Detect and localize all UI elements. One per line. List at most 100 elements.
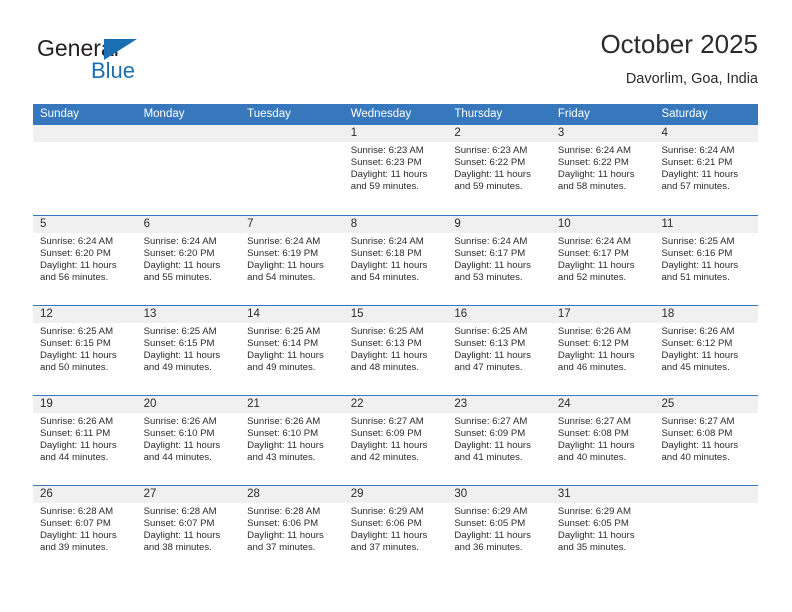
day-details: Sunrise: 6:26 AM Sunset: 6:10 PM Daylight:… bbox=[137, 413, 241, 464]
daylight-text-line2: and 56 minutes. bbox=[40, 272, 109, 284]
calendar-day-cell[interactable]: 5 Sunrise: 6:24 AM Sunset: 6:20 PM Daylight… bbox=[33, 216, 137, 305]
daylight-text-line1: Daylight: 11 hours bbox=[40, 530, 117, 542]
daylight-text-line2: and 58 minutes. bbox=[557, 181, 627, 193]
logo-text-blue: Blue bbox=[91, 58, 136, 83]
sunset-text: Sunset: 6:15 PM bbox=[40, 338, 111, 350]
day-number bbox=[33, 125, 137, 142]
general-blue-logo[interactable]: General Blue bbox=[33, 36, 213, 92]
calendar-day-cell[interactable]: 29 Sunrise: 6:29 AM Sunset: 6:06 PM Dayligh… bbox=[343, 486, 448, 575]
day-number: 11 bbox=[654, 216, 759, 233]
day-number: 31 bbox=[550, 486, 655, 503]
calendar-day-cell[interactable]: 7 Sunrise: 6:24 AM Sunset: 6:19 PM Daylight… bbox=[240, 216, 344, 305]
calendar-day-cell-empty bbox=[654, 486, 759, 575]
daylight-text-line1: Daylight: 11 hours bbox=[557, 260, 635, 272]
day-details: Sunrise: 6:25 AM Sunset: 6:13 PM Daylight:… bbox=[447, 323, 551, 374]
calendar-day-cell[interactable]: 15 Sunrise: 6:25 AM Sunset: 6:13 PM Dayligh… bbox=[343, 306, 448, 395]
calendar-day-cell[interactable]: 1 Sunrise: 6:23 AM Sunset: 6:23 PM Daylight… bbox=[343, 125, 448, 215]
page-title: October 2025 bbox=[600, 29, 758, 59]
sunrise-text: Sunrise: 6:27 AM bbox=[661, 416, 735, 427]
calendar-day-cell[interactable]: 27 Sunrise: 6:28 AM Sunset: 6:07 PM Dayligh… bbox=[136, 486, 241, 575]
calendar-day-cell[interactable]: 28 Sunrise: 6:28 AM Sunset: 6:06 PM Dayligh… bbox=[240, 486, 344, 575]
sunset-text: Sunset: 6:13 PM bbox=[454, 338, 526, 350]
calendar-day-cell[interactable]: 25 Sunrise: 6:27 AM Sunset: 6:08 PM Dayligh… bbox=[654, 396, 759, 485]
sunset-text: Sunset: 6:08 PM bbox=[661, 428, 733, 440]
sunrise-text: Sunrise: 6:23 AM bbox=[350, 145, 424, 156]
daylight-text-line2: and 40 minutes. bbox=[661, 452, 730, 464]
sunset-text: Sunset: 6:17 PM bbox=[454, 248, 526, 260]
daylight-text-line2: and 59 minutes. bbox=[350, 181, 420, 193]
sunrise-text: Sunrise: 6:24 AM bbox=[661, 145, 735, 156]
sunset-text: Sunset: 6:10 PM bbox=[247, 428, 319, 440]
calendar-day-cell[interactable]: 31 Sunrise: 6:29 AM Sunset: 6:05 PM Dayligh… bbox=[550, 486, 655, 575]
sunset-text: Sunset: 6:09 PM bbox=[350, 428, 422, 440]
day-details: Sunrise: 6:23 AM Sunset: 6:22 PM Daylight:… bbox=[447, 142, 551, 193]
day-details: Sunrise: 6:24 AM Sunset: 6:17 PM Daylight:… bbox=[447, 233, 551, 284]
sunrise-text: Sunrise: 6:29 AM bbox=[350, 506, 424, 517]
title-block: October 2025 Davorlim, Goa, India bbox=[600, 28, 758, 89]
sunrise-text: Sunrise: 6:28 AM bbox=[247, 506, 321, 517]
sunrise-text: Sunrise: 6:26 AM bbox=[557, 326, 631, 337]
day-number: 3 bbox=[550, 125, 655, 142]
calendar-day-cell[interactable]: 14 Sunrise: 6:25 AM Sunset: 6:14 PM Dayligh… bbox=[240, 306, 344, 395]
calendar-day-cell[interactable]: 3 Sunrise: 6:24 AM Sunset: 6:22 PM Daylight… bbox=[550, 125, 655, 215]
calendar-day-cell[interactable]: 6 Sunrise: 6:24 AM Sunset: 6:20 PM Daylight… bbox=[136, 216, 241, 305]
day-details: Sunrise: 6:28 AM Sunset: 6:07 PM Daylight:… bbox=[137, 503, 241, 554]
page-subtitle: Davorlim, Goa, India bbox=[625, 71, 758, 87]
calendar-day-cell[interactable]: 2 Sunrise: 6:23 AM Sunset: 6:22 PM Daylight… bbox=[447, 125, 551, 215]
weekday-header-row: Sunday Monday Tuesday Wednesday Thursday… bbox=[33, 104, 758, 125]
calendar-day-cell[interactable]: 19 Sunrise: 6:26 AM Sunset: 6:11 PM Dayligh… bbox=[33, 396, 137, 485]
sunset-text: Sunset: 6:12 PM bbox=[557, 338, 629, 350]
calendar-day-cell[interactable]: 26 Sunrise: 6:28 AM Sunset: 6:07 PM Dayligh… bbox=[33, 486, 137, 575]
daylight-text-line2: and 55 minutes. bbox=[143, 272, 212, 284]
daylight-text-line1: Daylight: 11 hours bbox=[454, 530, 531, 542]
calendar-day-cell[interactable]: 20 Sunrise: 6:26 AM Sunset: 6:10 PM Dayligh… bbox=[136, 396, 241, 485]
sunrise-text: Sunrise: 6:29 AM bbox=[557, 506, 631, 517]
day-details: Sunrise: 6:27 AM Sunset: 6:09 PM Daylight:… bbox=[344, 413, 448, 464]
calendar-day-cell[interactable]: 21 Sunrise: 6:26 AM Sunset: 6:10 PM Dayligh… bbox=[240, 396, 344, 485]
calendar-day-cell[interactable]: 10 Sunrise: 6:24 AM Sunset: 6:17 PM Dayligh… bbox=[550, 216, 655, 305]
calendar-day-cell[interactable]: 22 Sunrise: 6:27 AM Sunset: 6:09 PM Dayligh… bbox=[343, 396, 448, 485]
calendar-day-cell[interactable]: 12 Sunrise: 6:25 AM Sunset: 6:15 PM Dayligh… bbox=[33, 306, 137, 395]
day-number: 20 bbox=[136, 396, 241, 413]
day-number: 6 bbox=[136, 216, 241, 233]
daylight-text-line1: Daylight: 11 hours bbox=[350, 169, 428, 181]
sunset-text: Sunset: 6:07 PM bbox=[143, 518, 215, 530]
day-details: Sunrise: 6:25 AM Sunset: 6:13 PM Daylight:… bbox=[344, 323, 448, 374]
calendar-day-cell[interactable]: 23 Sunrise: 6:27 AM Sunset: 6:09 PM Dayligh… bbox=[447, 396, 551, 485]
day-number: 24 bbox=[550, 396, 655, 413]
calendar-day-cell[interactable]: 17 Sunrise: 6:26 AM Sunset: 6:12 PM Dayligh… bbox=[550, 306, 655, 395]
weekday-header-wednesday: Wednesday bbox=[350, 108, 412, 120]
calendar-day-cell[interactable]: 9 Sunrise: 6:24 AM Sunset: 6:17 PM Daylight… bbox=[447, 216, 551, 305]
daylight-text-line1: Daylight: 11 hours bbox=[350, 260, 428, 272]
day-number: 1 bbox=[343, 125, 448, 142]
day-details: Sunrise: 6:24 AM Sunset: 6:19 PM Daylight:… bbox=[240, 233, 344, 284]
daylight-text-line2: and 37 minutes. bbox=[350, 542, 420, 554]
sunrise-text: Sunrise: 6:27 AM bbox=[454, 416, 528, 427]
sunrise-text: Sunrise: 6:23 AM bbox=[454, 145, 528, 156]
calendar-day-cell[interactable]: 8 Sunrise: 6:24 AM Sunset: 6:18 PM Daylight… bbox=[343, 216, 448, 305]
calendar-day-cell[interactable]: 16 Sunrise: 6:25 AM Sunset: 6:13 PM Dayligh… bbox=[447, 306, 551, 395]
daylight-text-line2: and 57 minutes. bbox=[661, 181, 730, 193]
day-number bbox=[136, 125, 241, 142]
day-details: Sunrise: 6:25 AM Sunset: 6:16 PM Daylight:… bbox=[654, 233, 758, 284]
calendar-day-cell[interactable]: 24 Sunrise: 6:27 AM Sunset: 6:08 PM Dayligh… bbox=[550, 396, 655, 485]
sunset-text: Sunset: 6:23 PM bbox=[350, 157, 422, 169]
day-details: Sunrise: 6:25 AM Sunset: 6:14 PM Daylight:… bbox=[240, 323, 344, 374]
day-number: 8 bbox=[343, 216, 448, 233]
day-number: 22 bbox=[343, 396, 448, 413]
weekday-header-thursday: Thursday bbox=[454, 108, 503, 120]
calendar-day-cell[interactable]: 18 Sunrise: 6:26 AM Sunset: 6:12 PM Dayligh… bbox=[654, 306, 759, 395]
calendar-day-cell[interactable]: 30 Sunrise: 6:29 AM Sunset: 6:05 PM Dayligh… bbox=[447, 486, 551, 575]
calendar-day-cell-empty bbox=[33, 125, 137, 215]
daylight-text-line1: Daylight: 11 hours bbox=[557, 530, 635, 542]
page-header: General Blue October 2025 Davorlim, Goa,… bbox=[33, 28, 758, 98]
daylight-text-line2: and 46 minutes. bbox=[557, 362, 627, 374]
calendar-day-cell[interactable]: 11 Sunrise: 6:25 AM Sunset: 6:16 PM Dayligh… bbox=[654, 216, 759, 305]
sunset-text: Sunset: 6:11 PM bbox=[40, 428, 111, 440]
calendar-day-cell[interactable]: 13 Sunrise: 6:25 AM Sunset: 6:15 PM Dayligh… bbox=[136, 306, 241, 395]
sunset-text: Sunset: 6:20 PM bbox=[40, 248, 111, 260]
day-number: 10 bbox=[550, 216, 655, 233]
calendar-day-cell[interactable]: 4 Sunrise: 6:24 AM Sunset: 6:21 PM Daylight… bbox=[654, 125, 759, 215]
daylight-text-line2: and 52 minutes. bbox=[557, 272, 627, 284]
day-number: 14 bbox=[240, 306, 344, 323]
